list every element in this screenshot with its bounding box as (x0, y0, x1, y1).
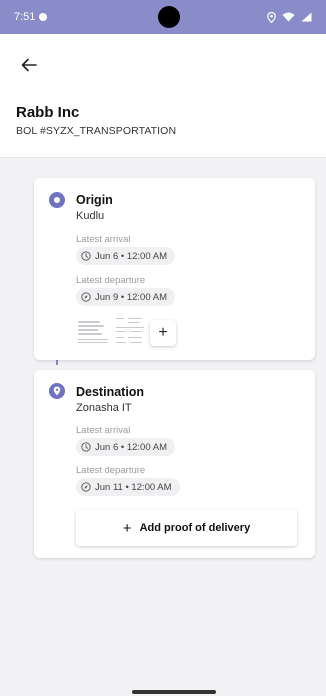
arrow-left-icon (21, 58, 37, 72)
origin-marker-icon (49, 192, 65, 208)
status-time: 7:51 (14, 11, 36, 23)
location-icon (267, 11, 276, 23)
document-thumbnail[interactable] (114, 316, 146, 350)
status-bar: 7:51 (0, 0, 326, 34)
origin-place: Kudlu (76, 210, 105, 222)
home-indicator[interactable] (132, 690, 216, 694)
back-button[interactable] (18, 54, 40, 76)
clock-icon (81, 442, 91, 452)
destination-marker-icon (49, 383, 65, 399)
destination-arrival-label: Latest arrival (76, 425, 131, 436)
destination-title: Destination (76, 385, 145, 399)
origin-title: Origin (76, 193, 113, 207)
app-screen: 7:51 Rabb Inc BOL #SYZX_TRANSPORTATION O… (0, 0, 326, 696)
destination-departure-value: Jun 11 • 12:00 AM (95, 481, 172, 493)
add-proof-of-delivery-label: Add proof of delivery (139, 522, 251, 534)
compass-icon (81, 482, 91, 492)
signal-icon (301, 12, 312, 22)
bol-number: BOL #SYZX_TRANSPORTATION (16, 125, 177, 137)
origin-departure-value: Jun 9 • 12:00 AM (95, 291, 167, 303)
clock-icon (81, 251, 91, 261)
notification-dot-icon (39, 13, 48, 21)
compass-icon (81, 292, 91, 302)
status-icons (267, 0, 312, 34)
status-time-group: 7:51 (14, 11, 48, 23)
destination-place: Zonasha IT (76, 402, 132, 414)
destination-arrival-value: Jun 6 • 12:00 AM (95, 441, 167, 453)
document-thumbnail[interactable] (76, 318, 114, 348)
origin-arrival-chip[interactable]: Jun 6 • 12:00 AM (76, 247, 175, 265)
wifi-icon (282, 12, 295, 22)
origin-card[interactable]: Origin Kudlu Latest arrival Jun 6 • 12:0… (34, 178, 315, 360)
destination-card[interactable]: Destination Zonasha IT Latest arrival Ju… (34, 370, 315, 558)
camera-cutout (158, 6, 180, 28)
plus-icon: + (122, 519, 132, 537)
destination-arrival-chip[interactable]: Jun 6 • 12:00 AM (76, 438, 175, 456)
origin-arrival-value: Jun 6 • 12:00 AM (95, 250, 167, 262)
page-title: Rabb Inc (16, 104, 80, 121)
origin-arrival-label: Latest arrival (76, 234, 131, 245)
add-proof-of-delivery-button[interactable]: + Add proof of delivery (76, 510, 297, 546)
destination-departure-chip[interactable]: Jun 11 • 12:00 AM (76, 478, 180, 496)
origin-departure-label: Latest departure (76, 275, 146, 286)
add-document-button[interactable]: + (150, 320, 176, 346)
destination-departure-label: Latest departure (76, 465, 146, 476)
page-header: Rabb Inc BOL #SYZX_TRANSPORTATION (0, 34, 326, 158)
origin-departure-chip[interactable]: Jun 9 • 12:00 AM (76, 288, 175, 306)
